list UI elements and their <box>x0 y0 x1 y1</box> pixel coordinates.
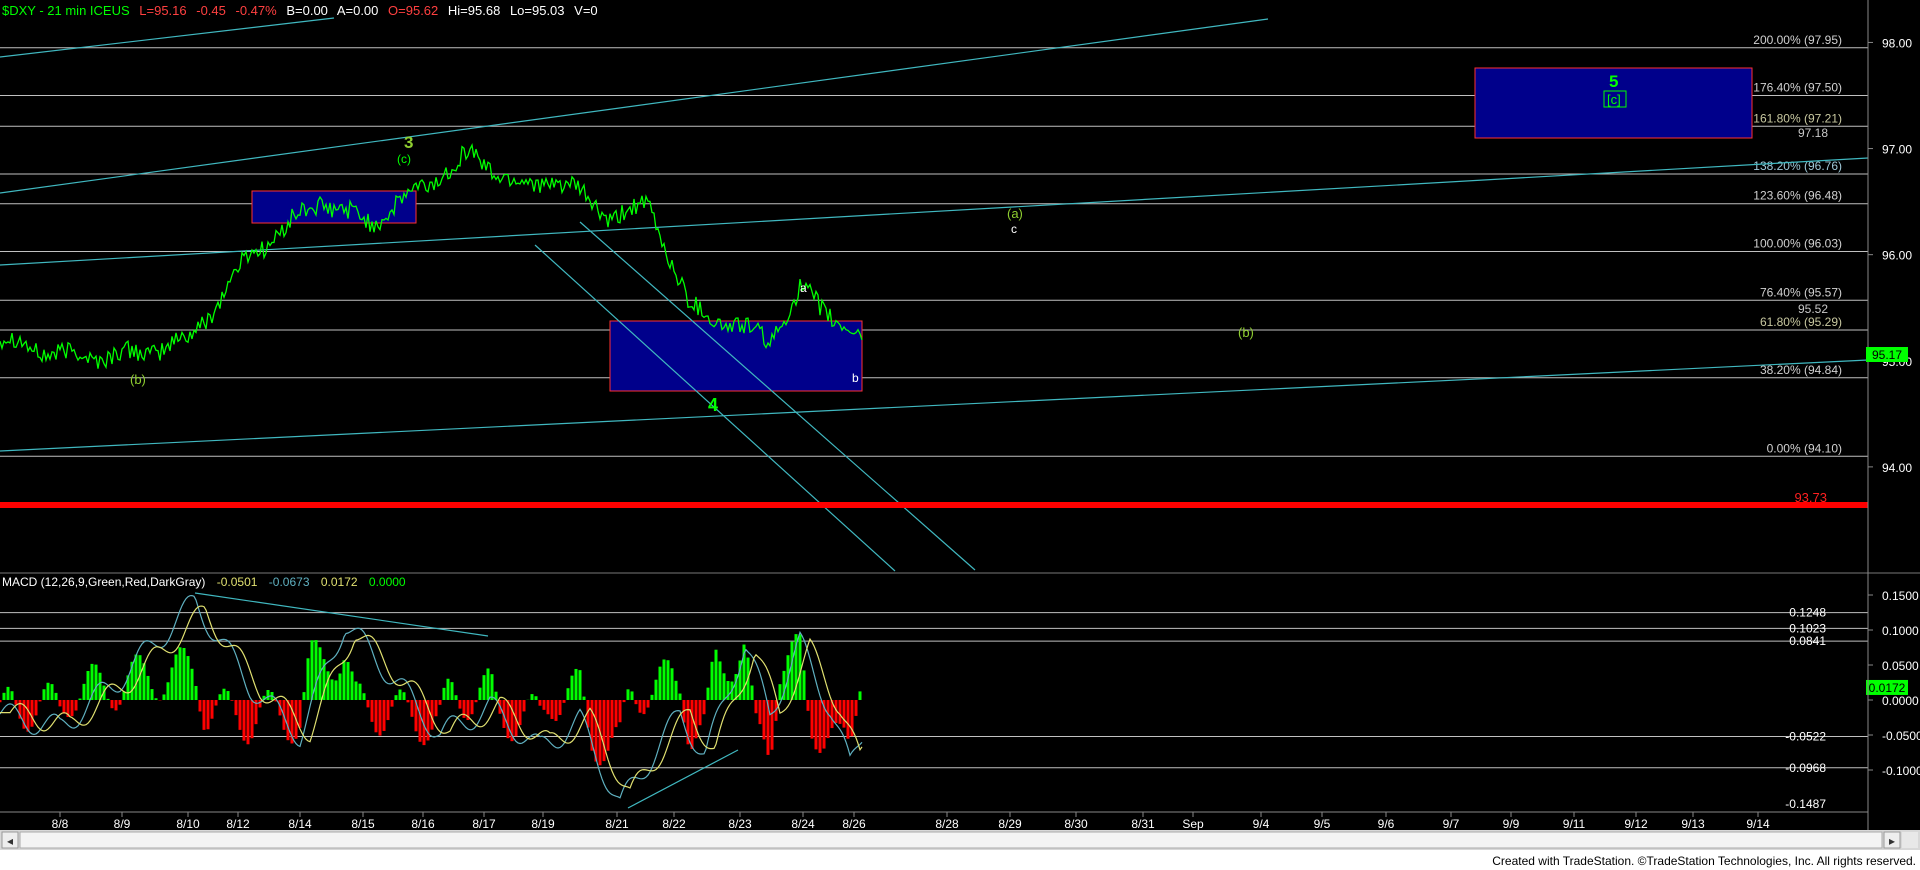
date-tick-label: 8/17 <box>472 817 496 831</box>
change-label: -0.45 <box>196 3 226 18</box>
macd-tick-label: -0.0500 <box>1882 729 1920 743</box>
wave-label-c: c <box>1011 222 1017 236</box>
wave-label-b-paren-right: (b) <box>1238 325 1254 340</box>
level-95-52: 95.52 <box>1798 302 1828 316</box>
macd-value: -0.0501 <box>217 575 258 589</box>
date-tick-label: 8/29 <box>998 817 1022 831</box>
wave-label-a-paren: (a) <box>1007 206 1023 221</box>
date-tick-label: 8/23 <box>728 817 752 831</box>
price-tick-label: 97.00 <box>1882 143 1912 157</box>
fib-label: 138.20% (96.76) <box>1753 159 1842 173</box>
date-tick-label: 8/8 <box>52 817 69 831</box>
date-tick-label: 8/19 <box>531 817 555 831</box>
macd-level-label: -0.0522 <box>1785 730 1826 744</box>
fib-label: 176.40% (97.50) <box>1753 81 1842 95</box>
date-tick-label: 9/4 <box>1253 817 1270 831</box>
date-tick-label: 8/14 <box>288 817 312 831</box>
date-tick-label: 9/12 <box>1624 817 1648 831</box>
chevron-right-icon: ▸ <box>1889 834 1895 848</box>
last-label: L=95.16 <box>139 3 186 18</box>
date-tick-label: 9/11 <box>1563 817 1586 831</box>
price-tick-label: 98.00 <box>1882 36 1912 50</box>
symbol-label: $DXY - 21 min ICEUS <box>2 3 130 18</box>
macd-level-label: 0.0841 <box>1789 634 1826 648</box>
bid-label: B=0.00 <box>286 3 328 18</box>
fib-label: 76.40% (95.57) <box>1760 285 1842 299</box>
macd-tick-label: 0.1500 <box>1882 589 1919 603</box>
date-tick-label: 9/13 <box>1681 817 1705 831</box>
wave4-box <box>609 320 863 392</box>
low-label: Lo=95.03 <box>510 3 565 18</box>
fib-label: 100.00% (96.03) <box>1753 236 1842 250</box>
price-tick-label: 94.00 <box>1882 461 1912 475</box>
scrollbar-grip[interactable] <box>1902 832 1918 848</box>
macd-tick-label: 0.1000 <box>1882 624 1919 638</box>
date-tick-label: 8/28 <box>935 817 959 831</box>
wave-label-a: a <box>800 281 807 295</box>
wave-label-c-paren: (c) <box>397 152 411 166</box>
fib-label: 123.60% (96.48) <box>1753 189 1842 203</box>
last-price-value: 95.17 <box>1872 348 1902 362</box>
price-chart[interactable]: 200.00% (97.95) 176.40% (97.50) 161.80% (9… <box>0 0 1920 870</box>
wave-label-4: 4 <box>708 395 718 415</box>
wave-label-3: 3 <box>404 133 413 152</box>
date-tick-label: 8/30 <box>1064 817 1088 831</box>
macd-header: MACD (12,26,9,Green,Red,DarkGray) -0.050… <box>2 575 406 589</box>
ask-label: A=0.00 <box>337 3 379 18</box>
date-tick-label: 9/5 <box>1314 817 1331 831</box>
macd-current-value: 0.0172 <box>1869 681 1906 695</box>
date-tick-label: 8/16 <box>411 817 435 831</box>
date-tick-label: 8/10 <box>176 817 200 831</box>
date-tick-label: 9/7 <box>1443 817 1460 831</box>
fib-label: 161.80% (97.21) <box>1753 111 1842 125</box>
macd-level-label: 0.1248 <box>1789 606 1826 620</box>
date-tick-label: 8/12 <box>226 817 250 831</box>
fib-label: 0.00% (94.10) <box>1767 441 1842 455</box>
wave-label-b: b <box>852 371 859 385</box>
date-tick-label: 8/26 <box>842 817 866 831</box>
fib-label: 61.80% (95.29) <box>1760 315 1842 329</box>
date-tick-label: 8/9 <box>114 817 131 831</box>
open-label: O=95.62 <box>388 3 438 18</box>
date-tick-label: 8/22 <box>662 817 686 831</box>
date-tick-label: 8/21 <box>605 817 629 831</box>
macd-title: MACD (12,26,9,Green,Red,DarkGray) <box>2 575 205 589</box>
macd-tick-label: -0.1000 <box>1882 764 1920 778</box>
date-tick-label: 9/9 <box>1503 817 1520 831</box>
macd-level-label: -0.0968 <box>1785 761 1826 775</box>
support-value: 93.73 <box>1794 490 1827 505</box>
footer-credit: Created with TradeStation. ©TradeStation… <box>1492 854 1916 868</box>
chevron-left-icon: ◂ <box>7 834 13 848</box>
date-tick-label: 8/24 <box>791 817 815 831</box>
horizontal-scrollbar[interactable]: ◂ ▸ <box>0 830 1920 850</box>
date-tick-label: 9/14 <box>1746 817 1770 831</box>
wave-label-b-paren-left: (b) <box>130 372 146 387</box>
change-pct-label: -0.47% <box>236 3 278 18</box>
scroll-thumb[interactable] <box>19 831 1883 849</box>
price-tick-label: 96.00 <box>1882 249 1912 263</box>
macd-tick-label: 0.0500 <box>1882 659 1919 673</box>
macd-diff-value: 0.0172 <box>321 575 358 589</box>
macd-zero-value: 0.0000 <box>369 575 406 589</box>
macd-level-label: -0.1487 <box>1785 797 1826 811</box>
fib-label: 200.00% (97.95) <box>1753 33 1842 47</box>
date-tick-label: 8/15 <box>351 817 375 831</box>
date-tick-label: Sep <box>1182 817 1204 831</box>
wave-label-c-bracket: [c] <box>1607 92 1621 107</box>
date-tick-label: 9/6 <box>1378 817 1395 831</box>
volume-label: V=0 <box>574 3 598 18</box>
level-97-18: 97.18 <box>1798 126 1828 140</box>
macd-tick-label: 0.0000 <box>1882 694 1919 708</box>
date-tick-label: 8/31 <box>1131 817 1155 831</box>
high-label: Hi=95.68 <box>448 3 500 18</box>
macd-avg-value: -0.0673 <box>269 575 310 589</box>
wave-label-5: 5 <box>1609 72 1618 91</box>
